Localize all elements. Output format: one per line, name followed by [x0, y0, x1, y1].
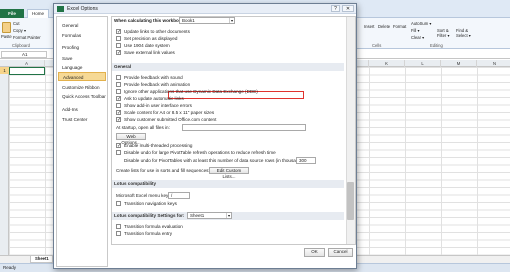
- scrollbar-thumb[interactable]: [347, 182, 354, 220]
- lotus-section-header: Lotus compatibility: [112, 180, 344, 188]
- addin-errors-label: Show add-in user interface errors: [124, 103, 192, 108]
- feedback-sound-checkbox[interactable]: [116, 75, 121, 80]
- ask-update-links-checkbox[interactable]: [116, 96, 121, 101]
- column-header-a[interactable]: A: [9, 60, 45, 67]
- copy-button[interactable]: Copy ▾: [13, 28, 26, 33]
- general-section-header: General: [112, 63, 344, 71]
- name-box[interactable]: A1: [1, 51, 47, 58]
- formula-entry-label: Transition formula entry: [124, 231, 173, 236]
- row-header-1[interactable]: 1: [0, 67, 9, 74]
- excel-app-icon: [57, 6, 64, 12]
- row-header-column: [0, 67, 9, 255]
- editing-group-label: Editing: [430, 43, 443, 48]
- nav-quick-access-toolbar[interactable]: Quick Access Toolbar: [58, 92, 106, 101]
- autosum-button[interactable]: AutoSum ▾: [411, 21, 432, 26]
- dialog-titlebar: [54, 4, 356, 14]
- cancel-button[interactable]: Cancel: [328, 248, 353, 257]
- feedback-animation-checkbox[interactable]: [116, 82, 121, 87]
- update-links-checkbox[interactable]: [116, 29, 121, 34]
- formula-entry-checkbox[interactable]: [116, 231, 121, 236]
- nav-keys-checkbox[interactable]: [116, 201, 121, 206]
- ask-update-links-label: Ask to update automatic links: [124, 96, 184, 101]
- file-tab[interactable]: File: [0, 9, 24, 18]
- web-options-button[interactable]: Web Options...: [116, 133, 146, 145]
- undo-refresh-label: Disable undo for large PivotTable refres…: [124, 150, 276, 155]
- multithreaded-checkbox[interactable]: [116, 143, 121, 148]
- undo-refresh-checkbox[interactable]: [116, 150, 121, 155]
- format-painter-button[interactable]: Format Painter: [13, 35, 41, 40]
- customer-content-checkbox[interactable]: [116, 117, 121, 122]
- custom-lists-label: Create lists for use in sorts and fill s…: [116, 168, 210, 173]
- nav-advanced[interactable]: Advanced: [58, 72, 106, 81]
- date-1904-label: Use 1904 date system: [124, 43, 170, 48]
- formula-eval-checkbox[interactable]: [116, 224, 121, 229]
- excel-options-dialog: Excel Options ? ✕ General Formulas Proof…: [53, 3, 357, 269]
- sheet-select[interactable]: Sheet1 ▼: [187, 212, 232, 219]
- sheet-select-value: Sheet1: [190, 213, 205, 218]
- set-precision-checkbox[interactable]: [116, 36, 121, 41]
- clipboard-group-label: Clipboard: [12, 43, 30, 48]
- feedback-sound-label: Provide feedback with sound: [124, 75, 183, 80]
- save-external-links-checkbox[interactable]: [116, 50, 121, 55]
- workbook-select[interactable]: Book1 ▼: [179, 17, 235, 24]
- feedback-animation-label: Provide feedback with animation: [124, 82, 191, 87]
- undo-rows-input[interactable]: 300: [296, 157, 316, 164]
- workbook-select-value: Book1: [182, 18, 195, 23]
- sort-filter-button[interactable]: Sort & Filter ▾: [437, 28, 453, 38]
- nav-formulas[interactable]: Formulas: [58, 31, 106, 40]
- chevron-down-icon: ▼: [229, 18, 234, 23]
- save-external-links-label: Save external link values: [124, 50, 175, 55]
- cut-button[interactable]: Cut: [13, 21, 20, 26]
- help-button[interactable]: ?: [331, 5, 340, 12]
- paste-button[interactable]: Paste: [1, 34, 12, 39]
- ignore-dde-checkbox[interactable]: [116, 89, 121, 94]
- sheet-tab-sheet1[interactable]: Sheet1: [30, 256, 54, 263]
- nav-customize-ribbon[interactable]: Customize Ribbon: [58, 83, 106, 92]
- insert-button[interactable]: Insert: [364, 24, 374, 29]
- nav-add-ins[interactable]: Add-Ins: [58, 105, 106, 114]
- scale-content-checkbox[interactable]: [116, 110, 121, 115]
- delete-button[interactable]: Delete: [378, 24, 390, 29]
- clear-button[interactable]: Clear ▾: [411, 35, 424, 40]
- update-links-label: Update links to other documents: [124, 29, 190, 34]
- multithreaded-label: Enable multi-threaded processing: [124, 143, 193, 148]
- menu-key-label: Microsoft Excel menu key:: [116, 193, 170, 198]
- column-header-m[interactable]: M: [441, 60, 477, 67]
- formula-eval-label: Transition formula evaluation: [124, 224, 183, 229]
- nav-proofing[interactable]: Proofing: [58, 43, 106, 52]
- ok-button[interactable]: OK: [304, 248, 325, 257]
- nav-trust-center[interactable]: Trust Center: [58, 115, 106, 124]
- find-select-button[interactable]: Find & Select ▾: [456, 28, 472, 38]
- format-button[interactable]: Format: [393, 24, 406, 29]
- edit-custom-lists-button[interactable]: Edit Custom Lists...: [209, 167, 249, 179]
- close-button[interactable]: ✕: [342, 5, 354, 12]
- home-tab[interactable]: Home: [27, 9, 49, 18]
- customer-content-label: Show customer submitted Office.com conte…: [124, 117, 217, 122]
- fill-button[interactable]: Fill ▾: [411, 28, 420, 33]
- ignore-dde-label: Ignore other applications that use Dynam…: [124, 89, 258, 94]
- options-nav: General Formulas Proofing Save Language …: [56, 16, 108, 267]
- column-header-n[interactable]: N: [477, 60, 510, 67]
- column-header-l[interactable]: L: [405, 60, 441, 67]
- menu-key-input[interactable]: /: [168, 192, 190, 199]
- set-precision-label: Set precision as displayed: [124, 36, 178, 41]
- active-cell[interactable]: [9, 67, 45, 75]
- column-header-k[interactable]: K: [369, 60, 405, 67]
- cells-group-label: Cells: [372, 43, 382, 48]
- dialog-title: Excel Options: [67, 6, 98, 12]
- nav-general[interactable]: General: [58, 21, 106, 30]
- startup-folder-label: At startup, open all files in:: [116, 125, 170, 130]
- paste-icon[interactable]: [2, 22, 11, 33]
- scale-content-label: Scale content for A4 or 8.5 x 11" paper …: [124, 110, 215, 115]
- addin-errors-checkbox[interactable]: [116, 103, 121, 108]
- nav-language[interactable]: Language: [58, 63, 106, 72]
- undo-rows-label: Disable undo for PivotTables with at lea…: [124, 158, 307, 163]
- nav-keys-label: Transition navigation keys: [124, 201, 177, 206]
- date-1904-checkbox[interactable]: [116, 43, 121, 48]
- when-calculating-label: When calculating this workbook:: [114, 18, 186, 23]
- startup-folder-input[interactable]: [182, 124, 306, 131]
- nav-save[interactable]: Save: [58, 54, 106, 63]
- chevron-down-icon: ▼: [226, 213, 231, 218]
